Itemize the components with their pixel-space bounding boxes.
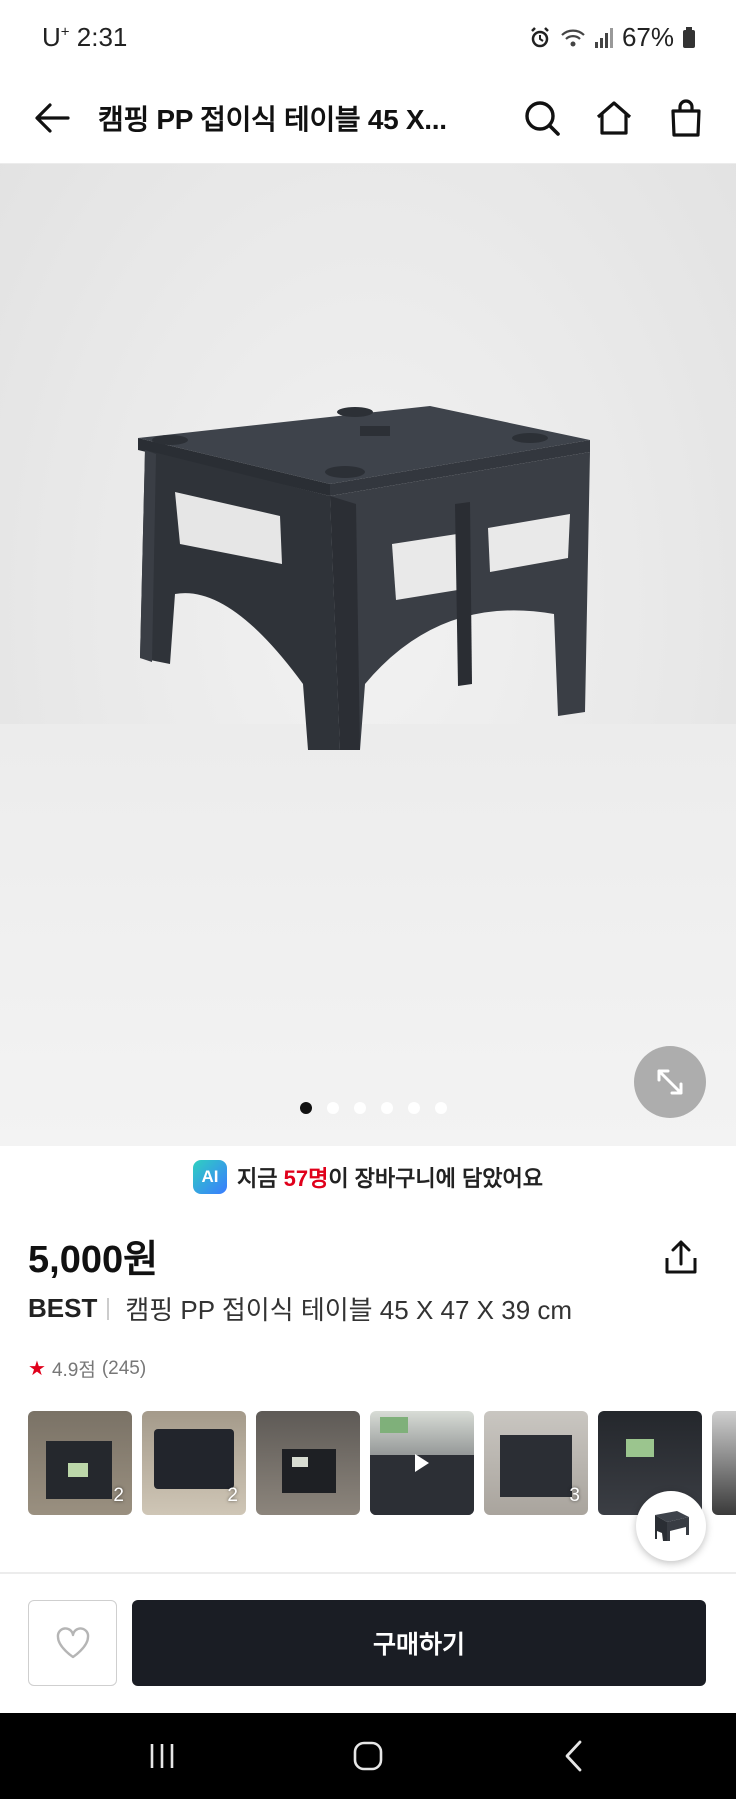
share-button[interactable] <box>656 1232 706 1282</box>
photo-count: 2 <box>227 1485 238 1506</box>
review-thumbnail[interactable]: 2 <box>28 1411 132 1515</box>
wifi-icon <box>560 27 586 49</box>
share-icon <box>665 1240 697 1274</box>
review-thumbnail-partial[interactable] <box>712 1411 736 1515</box>
pagination-dot[interactable] <box>407 1102 420 1114</box>
product-mini-thumbnail-button[interactable] <box>636 1491 706 1561</box>
review-thumbnail[interactable]: 3 <box>484 1411 588 1515</box>
review-thumbnail[interactable] <box>256 1411 360 1515</box>
cart-activity-text: 지금 57명이 장바구니에 담았어요 <box>237 1161 543 1193</box>
pagination-dot[interactable] <box>326 1102 339 1114</box>
review-video-thumbnail[interactable] <box>370 1411 474 1515</box>
carrier-label: U <box>42 22 61 52</box>
search-icon <box>525 101 560 136</box>
product-name: 캠핑 PP 접이식 테이블 45 X 47 X 39 cm <box>125 1295 573 1325</box>
brand-and-name: BEST 캠핑 PP 접이식 테이블 45 X 47 X 39 cm <box>28 1290 572 1327</box>
folding-table-photo <box>138 406 590 750</box>
rating-summary[interactable]: ★ 4.9점 (245) <box>28 1355 146 1382</box>
image-pagination <box>0 1102 736 1114</box>
brand-link[interactable]: BEST <box>28 1293 97 1324</box>
cart-activity-banner: AI 지금 57명이 장바구니에 담았어요 <box>0 1146 736 1208</box>
rating-score: 4.9점 <box>51 1360 96 1381</box>
chevron-left-icon <box>565 1740 582 1772</box>
recent-apps-icon <box>150 1744 174 1768</box>
signal-icon <box>594 27 614 49</box>
product-image-carousel[interactable] <box>0 164 736 1146</box>
cart-count: 57명 <box>283 1166 329 1191</box>
carrier-plus: + <box>60 23 70 41</box>
pagination-dot[interactable] <box>353 1102 366 1114</box>
battery-icon <box>682 26 696 49</box>
back-button[interactable] <box>26 92 78 144</box>
shopping-bag-icon <box>671 99 701 137</box>
expand-icon <box>657 1069 683 1095</box>
alarm-icon <box>528 26 552 50</box>
banner-prefix: 지금 <box>237 1166 284 1191</box>
battery-percent: 67% <box>621 22 674 52</box>
page-title: 캠핑 PP 접이식 테이블 45 X... <box>98 104 447 135</box>
review-photo-strip: 2 2 3 <box>28 1411 736 1517</box>
pagination-dot[interactable] <box>434 1102 447 1114</box>
wishlist-button[interactable] <box>28 1600 117 1686</box>
review-count: (245) <box>101 1357 147 1379</box>
photo-count: 2 <box>113 1485 124 1506</box>
system-navigation-bar <box>0 1713 736 1799</box>
pagination-dot[interactable] <box>380 1102 393 1114</box>
home-button[interactable] <box>588 92 640 144</box>
back-arrow-icon <box>35 103 70 133</box>
home-icon <box>596 101 632 135</box>
star-icon: ★ <box>28 1358 46 1380</box>
cart-button[interactable] <box>660 92 712 144</box>
section-divider <box>0 1572 736 1574</box>
review-thumbnail[interactable]: 2 <box>142 1411 246 1515</box>
status-indicators: 67% <box>528 22 696 53</box>
banner-suffix: 이 장바구니에 담았어요 <box>328 1166 543 1191</box>
photo-count: 3 <box>569 1485 580 1506</box>
status-bar: U+ 2:31 67% <box>0 0 736 78</box>
play-icon <box>415 1454 429 1472</box>
ai-badge-icon: AI <box>193 1160 228 1194</box>
buy-button[interactable]: 구매하기 <box>132 1600 706 1686</box>
search-button[interactable] <box>516 92 568 144</box>
home-circle-icon <box>353 1741 383 1771</box>
pagination-dot[interactable] <box>299 1102 312 1114</box>
app-header: 캠핑 PP 접이식 테이블 45 X... <box>0 78 736 164</box>
recent-apps-button[interactable] <box>132 1731 192 1781</box>
system-home-button[interactable] <box>338 1731 398 1781</box>
system-back-button[interactable] <box>544 1731 604 1781</box>
product-price: 5,000원 <box>28 1239 159 1281</box>
table-thumbnail-icon <box>655 1511 689 1541</box>
brand-divider <box>107 1297 110 1320</box>
heart-icon <box>56 1627 89 1659</box>
purchase-bar: 구매하기 <box>0 1586 736 1713</box>
clock: 2:31 <box>76 22 128 52</box>
status-time-group: U+ 2:31 <box>42 22 127 53</box>
